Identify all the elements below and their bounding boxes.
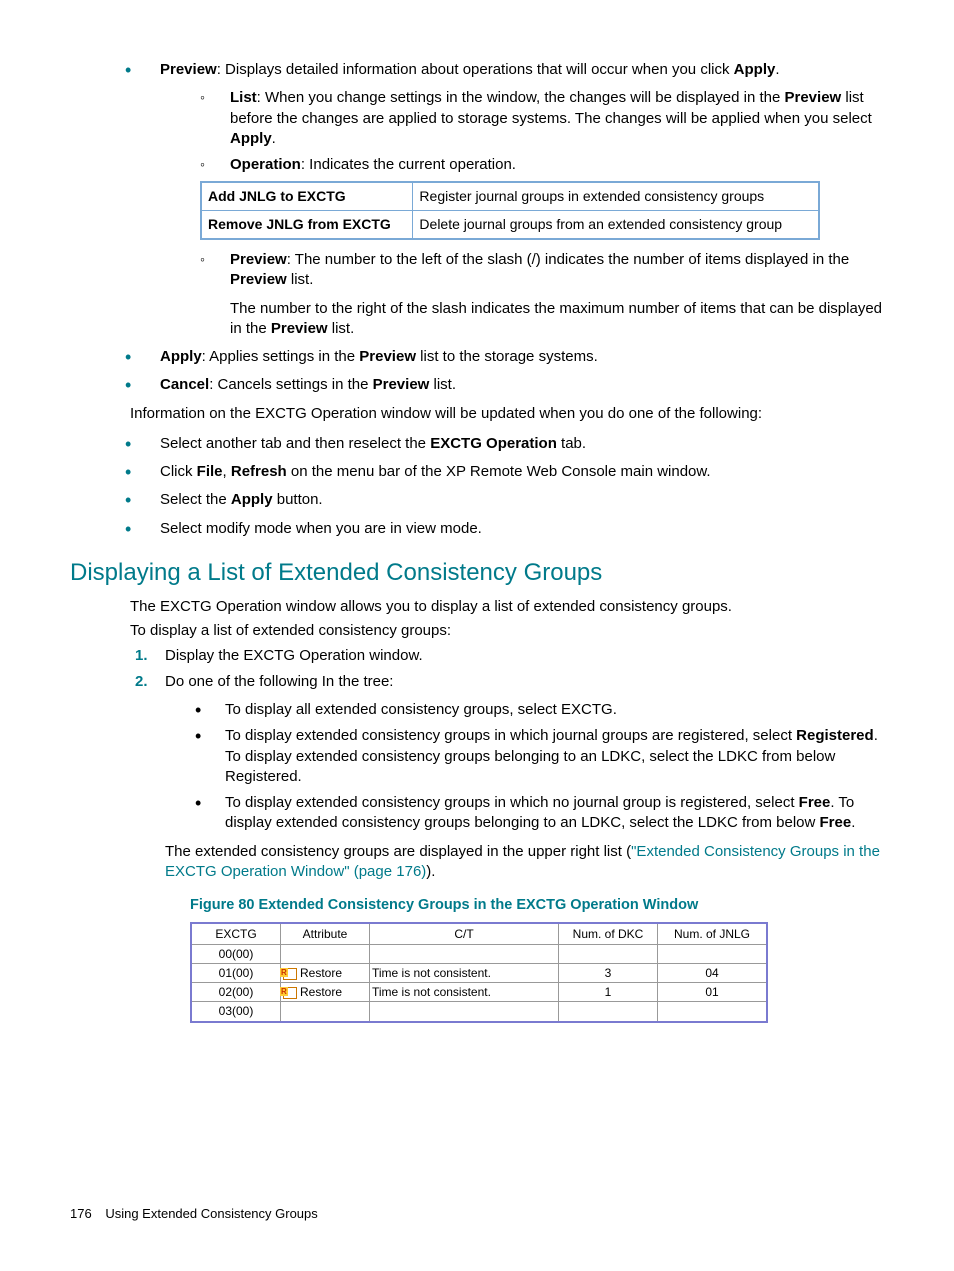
update-2: Click File, Refresh on the menu bar of t… [125, 462, 884, 482]
bullet-cancel: Cancel: Cancels settings in the Preview … [125, 375, 884, 395]
op-desc: Register journal groups in extended cons… [413, 182, 819, 210]
table-row: Add JNLG to EXCTG Register journal group… [201, 182, 819, 210]
col-numjnlg: Num. of JNLG [658, 923, 768, 945]
operation-table: Add JNLG to EXCTG Register journal group… [200, 181, 820, 240]
section-p1: The EXCTG Operation window allows you to… [130, 597, 884, 617]
figure-table: EXCTG Attribute C/T Num. of DKC Num. of … [190, 922, 768, 1023]
restore-icon [283, 968, 297, 980]
table-row: 01(00) Restore Time is not consistent. 3… [191, 964, 767, 983]
op-name: Add JNLG to EXCTG [201, 182, 413, 210]
col-exctg: EXCTG [191, 923, 281, 945]
section-body: The EXCTG Operation window allows you to… [70, 597, 884, 642]
step-number: 1. [135, 646, 148, 666]
page-number: 176 [70, 1206, 92, 1221]
update-bullets: Select another tab and then reselect the… [70, 434, 884, 539]
step-after: The extended consistency groups are disp… [165, 842, 884, 883]
steps-list: 1.Display the EXCTG Operation window. 2.… [70, 646, 884, 883]
table-header-row: EXCTG Attribute C/T Num. of DKC Num. of … [191, 923, 767, 945]
step-number: 2. [135, 672, 148, 692]
step-2: 2.Do one of the following In the tree: T… [135, 672, 884, 882]
update-1: Select another tab and then reselect the… [125, 434, 884, 454]
table-row: Remove JNLG from EXCTG Delete journal gr… [201, 211, 819, 239]
step2-sub: To display all extended consistency grou… [165, 700, 884, 834]
op-desc: Delete journal groups from an extended c… [413, 211, 819, 239]
footer-title: Using Extended Consistency Groups [105, 1206, 317, 1221]
step2-c: To display extended consistency groups i… [195, 793, 884, 834]
step-1: 1.Display the EXCTG Operation window. [135, 646, 884, 666]
op-name: Remove JNLG from EXCTG [201, 211, 413, 239]
table-row: 03(00) [191, 1002, 767, 1022]
top-bullets: Preview: Displays detailed information a… [70, 60, 884, 396]
col-ct: C/T [370, 923, 559, 945]
bullet-apply: Apply: Applies settings in the Preview l… [125, 347, 884, 367]
section-p2: To display a list of extended consistenc… [130, 621, 884, 641]
update-4: Select modify mode when you are in view … [125, 519, 884, 539]
table-row: 00(00) [191, 944, 767, 963]
page-footer: 176 Using Extended Consistency Groups [70, 1205, 318, 1223]
info-line: Information on the EXCTG Operation windo… [70, 404, 884, 424]
bullet-preview: Preview: Displays detailed information a… [125, 60, 884, 339]
col-numdkc: Num. of DKC [559, 923, 658, 945]
restore-icon [283, 987, 297, 999]
section-heading: Displaying a List of Extended Consistenc… [70, 557, 884, 589]
sub-list: List: When you change settings in the wi… [200, 88, 884, 149]
operation-table-wrap: Add JNLG to EXCTG Register journal group… [200, 181, 884, 240]
update-3: Select the Apply button. [125, 490, 884, 510]
col-attribute: Attribute [281, 923, 370, 945]
table-row: 02(00) Restore Time is not consistent. 1… [191, 983, 767, 1002]
sub-operation: Operation: Indicates the current operati… [200, 155, 884, 175]
sub-bullets: List: When you change settings in the wi… [160, 88, 884, 339]
sub-preview-para2: The number to the right of the slash ind… [230, 299, 884, 340]
step2-b: To display extended consistency groups i… [195, 726, 884, 787]
step2-a: To display all extended consistency grou… [195, 700, 884, 720]
figure-caption: Figure 80 Extended Consistency Groups in… [70, 896, 884, 916]
sub-preview: Preview: The number to the left of the s… [200, 250, 884, 339]
